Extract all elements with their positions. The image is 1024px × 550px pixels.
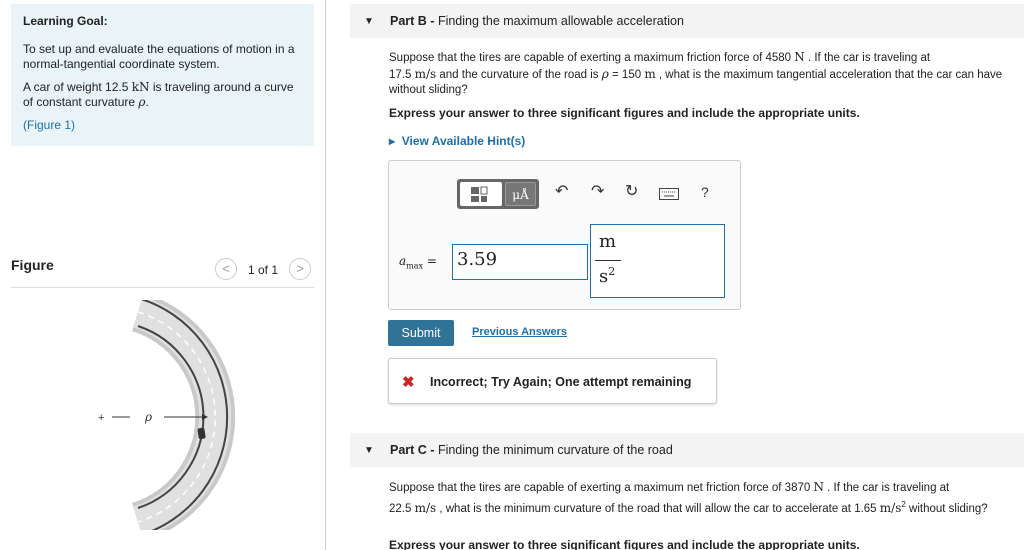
toolbar-group: μÅ: [457, 179, 539, 209]
redo-icon[interactable]: ↷: [591, 181, 604, 201]
answer-unit-input[interactable]: m s2: [590, 224, 725, 298]
answer-variable: amax =: [399, 254, 437, 271]
learning-goal-box: Learning Goal: To set up and evaluate th…: [11, 4, 314, 146]
feedback-box: ✖ Incorrect; Try Again; One attempt rema…: [388, 358, 717, 404]
part-b-header[interactable]: ▼ Part B - Finding the maximum allowable…: [350, 4, 1024, 38]
part-c-title: Part C - Finding the minimum curvature o…: [390, 443, 673, 457]
answer-box: μÅ ↶ ↷ ↻ ? amax = 3.59 m s2: [388, 160, 741, 310]
prev-figure-button[interactable]: <: [215, 258, 237, 280]
template-button[interactable]: [460, 182, 502, 206]
part-b-title: Part B - Finding the maximum allowable a…: [390, 14, 684, 28]
feedback-message: Incorrect; Try Again; One attempt remain…: [430, 375, 692, 389]
collapse-icon: ▼: [364, 16, 374, 27]
part-b-instruction: Express your answer to three significant…: [389, 106, 860, 120]
next-figure-button[interactable]: >: [289, 258, 311, 280]
keyboard-icon[interactable]: [659, 188, 679, 200]
view-hints-link[interactable]: ▸ View Available Hint(s): [389, 134, 525, 148]
figure-plus-label: +: [98, 412, 104, 424]
answer-value-input[interactable]: 3.59: [452, 244, 588, 280]
part-c-instruction: Express your answer to three significant…: [389, 538, 860, 550]
previous-answers-link[interactable]: Previous Answers: [472, 326, 567, 338]
unit-denominator: s2: [599, 265, 616, 287]
undo-icon[interactable]: ↶: [555, 181, 568, 201]
part-c-header[interactable]: ▼ Part C - Finding the minimum curvature…: [350, 433, 1024, 467]
figure-link[interactable]: (Figure 1): [23, 118, 75, 132]
incorrect-icon: ✖: [402, 374, 415, 391]
unit-numerator: m: [599, 231, 617, 252]
units-button[interactable]: μÅ: [505, 182, 536, 206]
collapse-icon: ▼: [364, 445, 374, 456]
left-panel: Learning Goal: To set up and evaluate th…: [0, 0, 326, 550]
reset-icon[interactable]: ↻: [625, 181, 638, 201]
problem-statement: A car of weight 12.5 kN is traveling aro…: [23, 80, 294, 109]
figure-pager: 1 of 1: [248, 263, 279, 277]
figure-title: Figure: [11, 257, 54, 273]
part-b-question: Suppose that the tires are capable of ex…: [389, 50, 1003, 96]
fraction-bar: [595, 260, 621, 261]
learning-goal-text: To set up and evaluate the equations of …: [23, 42, 295, 71]
part-c-question: Suppose that the tires are capable of ex…: [389, 480, 988, 515]
learning-goal-title: Learning Goal:: [23, 14, 108, 28]
curve-figure: + ρ: [98, 300, 236, 530]
help-icon[interactable]: ?: [701, 184, 709, 200]
figure-rho-label: ρ: [144, 410, 152, 424]
submit-button[interactable]: Submit: [388, 320, 454, 346]
figure-header: Figure < 1 of 1 >: [11, 254, 314, 288]
template-icon: [471, 186, 488, 202]
